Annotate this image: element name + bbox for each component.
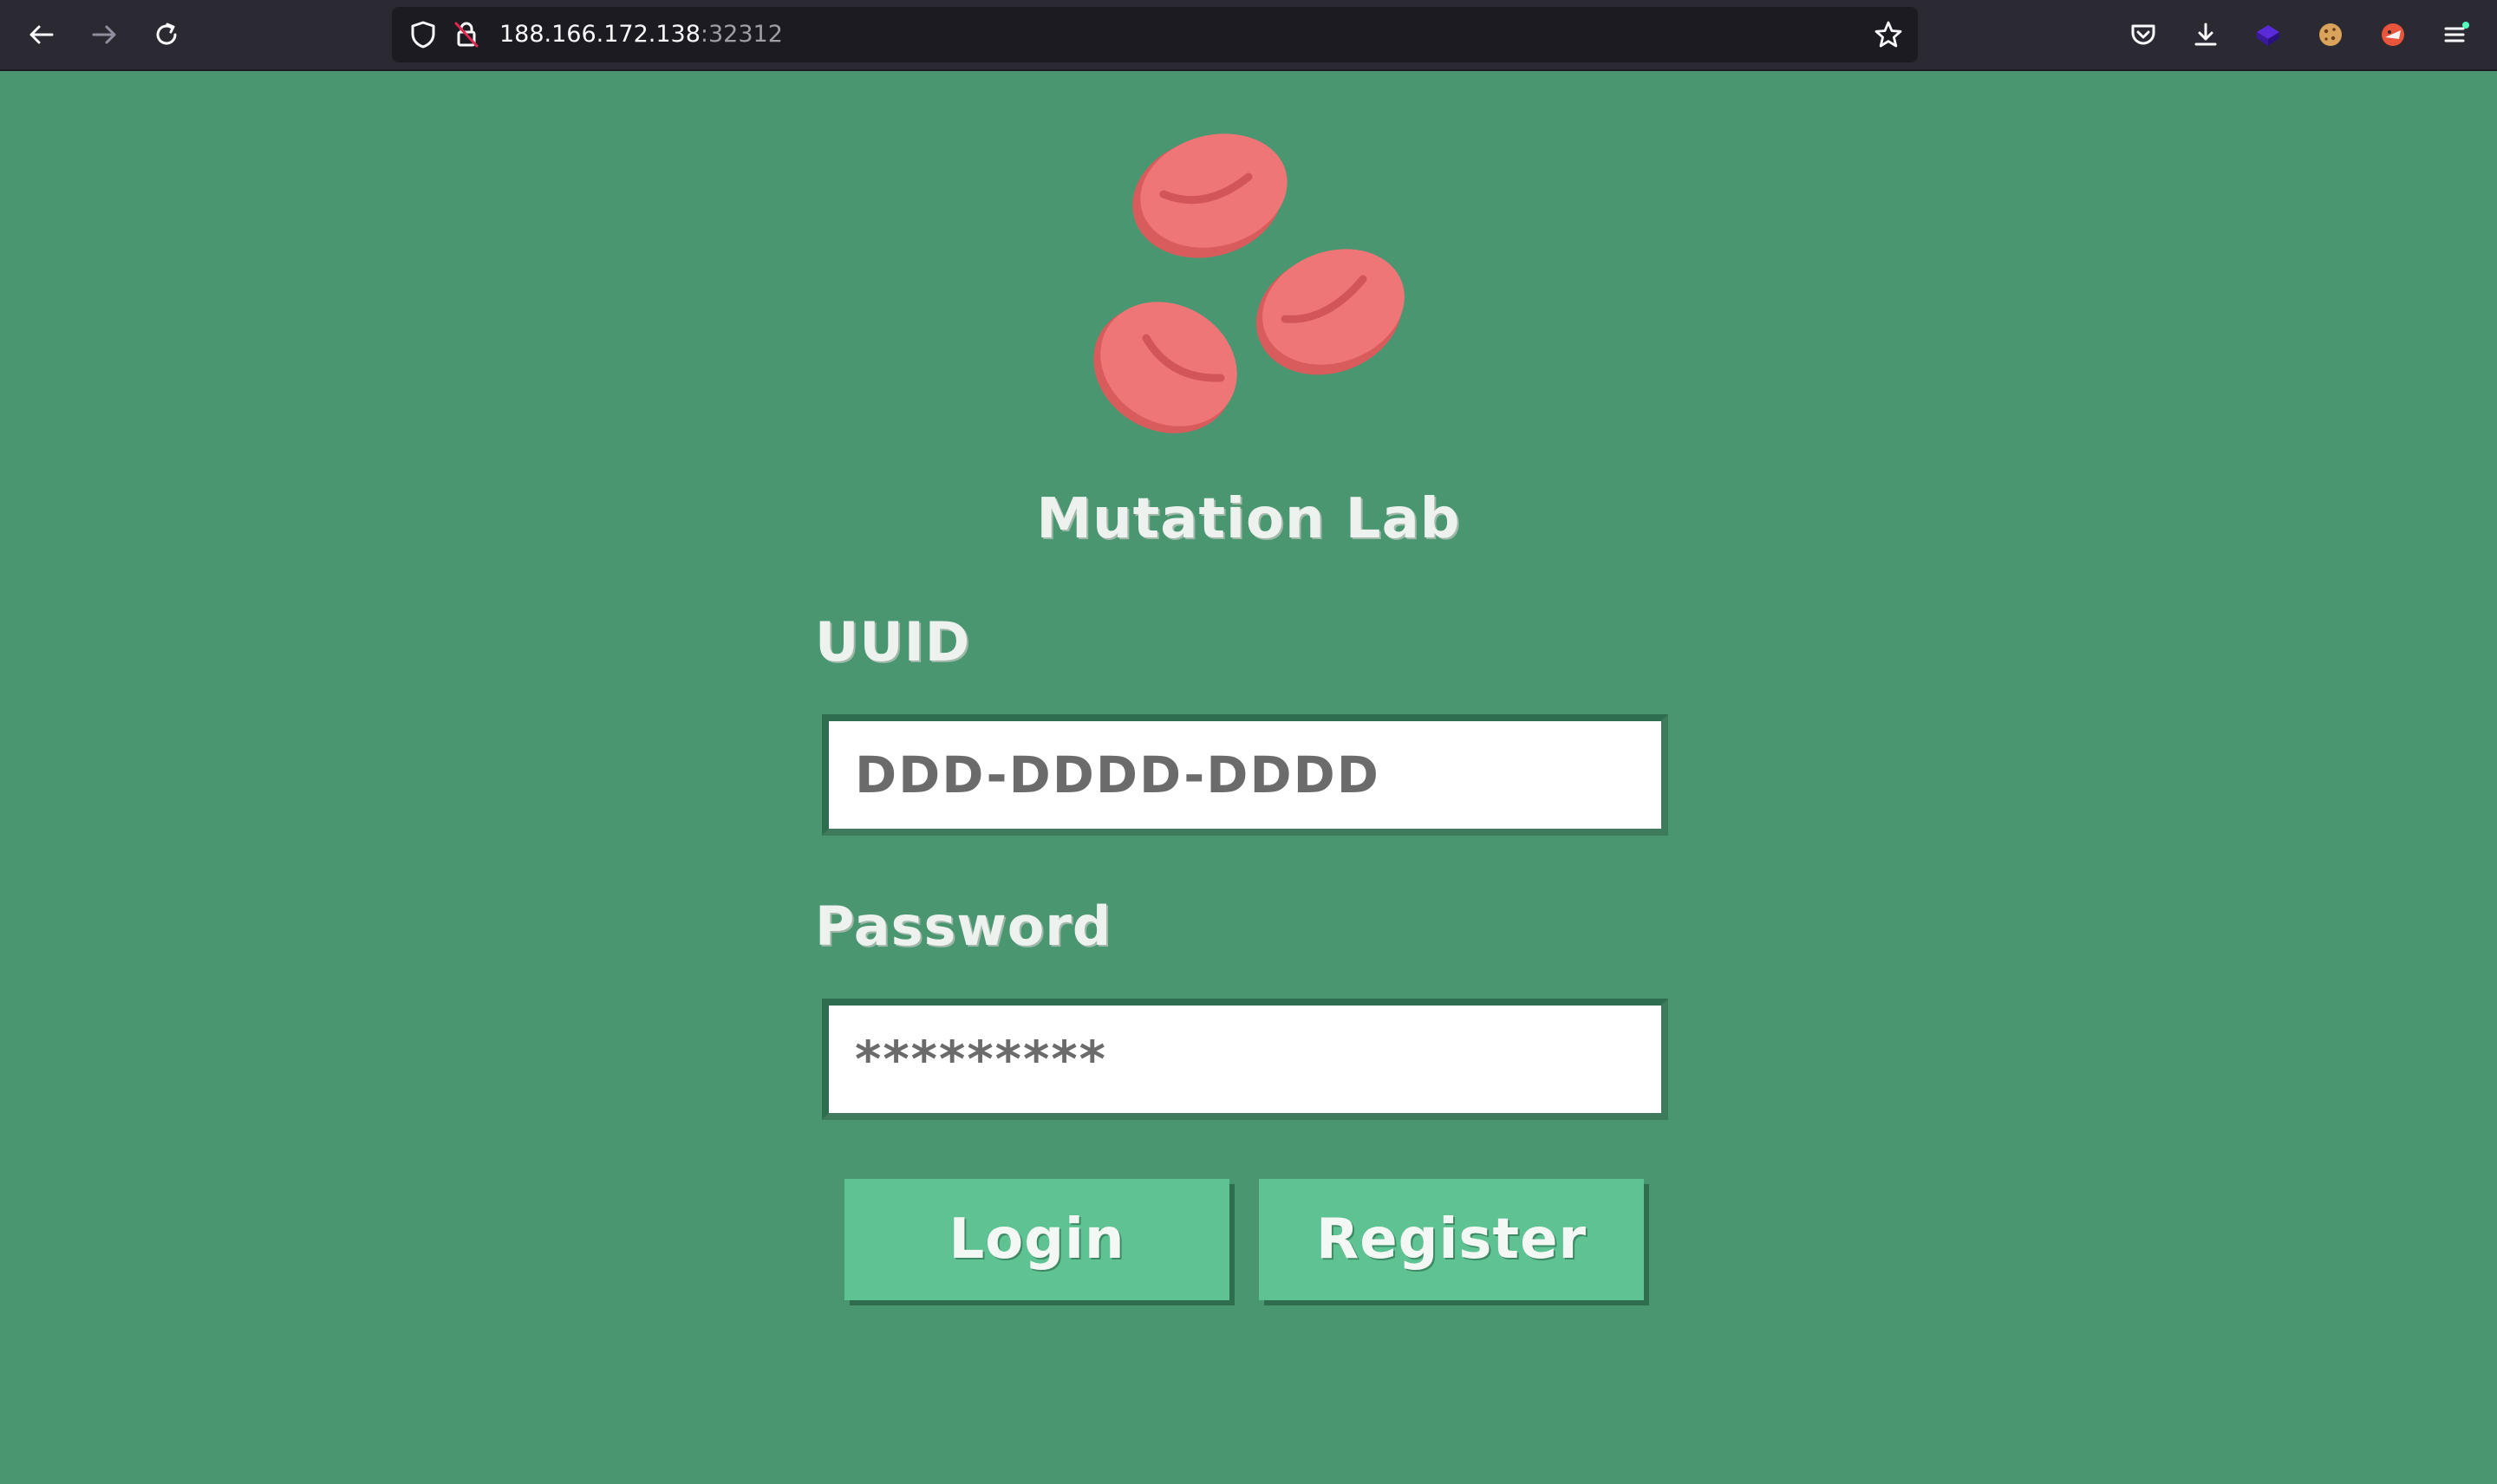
blood-cell-right	[1255, 249, 1405, 375]
insecure-lock-icon	[454, 22, 479, 48]
extension-button-2[interactable]	[2313, 17, 2348, 52]
pocket-button[interactable]	[2126, 17, 2161, 52]
download-icon	[2194, 23, 2217, 46]
pocket-icon	[2131, 24, 2155, 45]
site-security-button[interactable]	[449, 17, 484, 52]
url-bar[interactable]: 188.166.172.138:32312	[392, 7, 1918, 62]
blood-cell-top	[1132, 133, 1288, 258]
hamburger-menu-icon	[2444, 22, 2469, 42]
star-icon	[1874, 21, 1902, 48]
forward-button[interactable]	[83, 14, 125, 55]
url-host: 188.166.172.138	[499, 21, 701, 48]
password-input[interactable]	[822, 999, 1668, 1120]
browser-toolbar: 188.166.172.138:32312	[0, 0, 2497, 71]
downloads-button[interactable]	[2188, 17, 2223, 52]
red-blood-cells-logo	[1093, 133, 1405, 433]
reload-button[interactable]	[146, 14, 187, 55]
extension-button-3[interactable]	[2376, 17, 2410, 52]
extension-button-1[interactable]	[2251, 17, 2285, 52]
url-port: :32312	[700, 21, 783, 48]
reload-icon	[156, 23, 177, 45]
app-title: Mutation Lab	[1036, 487, 1461, 551]
uuid-input[interactable]	[822, 714, 1668, 836]
password-label: Password	[815, 895, 1112, 958]
cookie-icon	[2319, 23, 2342, 46]
shield-icon	[411, 21, 435, 49]
register-button[interactable]: Register	[1259, 1179, 1644, 1300]
bookmark-button[interactable]	[1871, 17, 1906, 52]
login-page: Mutation Lab UUID Password Login Registe…	[0, 71, 2497, 1484]
menu-button[interactable]	[2438, 17, 2473, 52]
cube-extension-icon	[2257, 25, 2279, 46]
blood-cell-left	[1093, 302, 1237, 433]
arrow-right-icon	[92, 25, 116, 44]
fox-extension-icon	[2382, 23, 2404, 46]
uuid-label: UUID	[815, 610, 971, 674]
back-button[interactable]	[21, 14, 62, 55]
url-text[interactable]: 188.166.172.138:32312	[499, 7, 783, 62]
tracking-protection-button[interactable]	[406, 17, 440, 52]
login-button[interactable]: Login	[844, 1179, 1229, 1300]
arrow-left-icon	[29, 25, 54, 44]
